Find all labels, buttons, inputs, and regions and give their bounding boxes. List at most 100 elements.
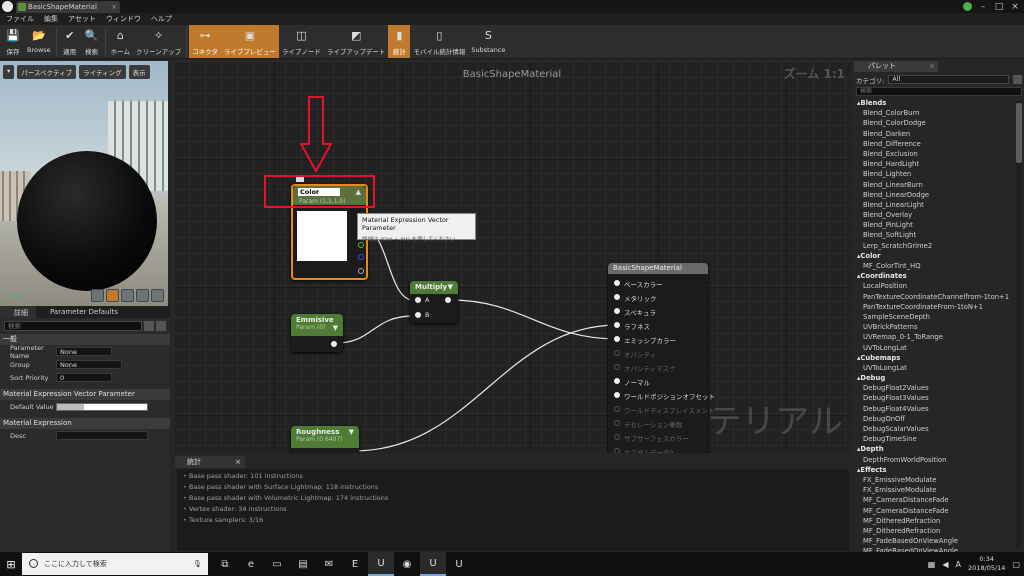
preview-viewport[interactable]: ▾ パースペクティブ ライティング 表示 z x y xyxy=(0,61,168,306)
chrome-icon[interactable]: ◉ xyxy=(394,552,420,576)
material-input-pin[interactable] xyxy=(614,392,620,398)
multiply-input-b-pin[interactable] xyxy=(415,312,421,318)
microphone-icon[interactable]: 🎙 xyxy=(193,553,202,575)
menu-window[interactable]: ウィンドウ xyxy=(106,14,141,24)
palette-item[interactable]: LocalPosition xyxy=(854,281,1014,291)
toolbar-button-home[interactable]: ⌂ ホーム xyxy=(108,25,133,58)
palette-item[interactable]: Blend_Difference xyxy=(854,139,1014,149)
material-input-pin[interactable] xyxy=(614,448,620,453)
scrollbar-thumb[interactable] xyxy=(1016,103,1022,163)
palette-item[interactable]: Blend_SoftLight xyxy=(854,230,1014,240)
palette-item[interactable]: FX_EmissiveModulate xyxy=(854,475,1014,485)
sort-priority-field[interactable]: 0 xyxy=(56,373,112,382)
stats-tab[interactable]: 統計 × xyxy=(175,456,245,468)
palette-item[interactable]: DebugFloat3Values xyxy=(854,393,1014,403)
epic-launcher-icon[interactable]: E xyxy=(342,552,368,576)
toolbar-button-cleanup[interactable]: ✧ クリーンアップ xyxy=(133,25,184,58)
mail-icon[interactable]: ✉ xyxy=(316,552,342,576)
palette-item[interactable]: UVBrickPatterns xyxy=(854,322,1014,332)
palette-item[interactable]: MF_ColorTint_HQ xyxy=(854,261,1014,271)
toolbar-button-live-preview[interactable]: ▣ ライブプレビュー xyxy=(220,25,279,58)
emissive-output-pin[interactable] xyxy=(331,341,337,347)
material-input-pin[interactable] xyxy=(614,336,620,342)
menu-help[interactable]: ヘルプ xyxy=(151,14,172,24)
palette-category[interactable]: ▴Cubemaps xyxy=(854,353,1014,363)
palette-item[interactable]: MF_CameraDistanceFade xyxy=(854,506,1014,516)
multiply-output-pin[interactable] xyxy=(445,297,451,303)
palette-item[interactable]: Blend_LinearLight xyxy=(854,200,1014,210)
cube-shape-icon[interactable] xyxy=(136,289,149,302)
plane-shape-icon[interactable] xyxy=(121,289,134,302)
viewport-menu-button[interactable]: ▾ xyxy=(3,65,15,79)
store-icon[interactable]: ▤ xyxy=(290,552,316,576)
palette-item[interactable]: DebugFloat2Values xyxy=(854,383,1014,393)
palette-item[interactable]: Blend_ColorDodge xyxy=(854,118,1014,128)
menu-asset[interactable]: アセット xyxy=(68,14,96,24)
details-search-input[interactable] xyxy=(4,321,142,331)
close-button[interactable]: × xyxy=(1010,2,1020,12)
multiply-input-a-pin[interactable] xyxy=(415,297,421,303)
palette-item[interactable]: Blend_LinearBurn xyxy=(854,180,1014,190)
material-result-node[interactable]: BasicShapeMaterial ベースカラー メタリック スペキュラ ラフネスエ… xyxy=(608,263,715,453)
lighting-button[interactable]: ライティング xyxy=(79,65,126,79)
parameter-name-field[interactable]: None xyxy=(56,347,112,356)
palette-category[interactable]: ▴Depth xyxy=(854,444,1014,454)
palette-item[interactable]: MF_DitheredRefraction xyxy=(854,516,1014,526)
palette-item[interactable]: UVToLongLat xyxy=(854,363,1014,373)
explorer-icon[interactable]: ▭ xyxy=(264,552,290,576)
material-input-pin[interactable] xyxy=(614,280,620,286)
notification-icon[interactable]: ▢ xyxy=(1012,560,1020,569)
palette-category[interactable]: ▴Color xyxy=(854,251,1014,261)
cylinder-shape-icon[interactable] xyxy=(91,289,104,302)
show-button[interactable]: 表示 xyxy=(128,65,150,79)
palette-item[interactable]: DebugScalarValues xyxy=(854,424,1014,434)
palette-item[interactable]: PanTextureCoordinateChannelfrom-1ton+1 xyxy=(854,292,1014,302)
vector-parameter-section-header[interactable]: Material Expression Vector Parameter xyxy=(0,389,170,400)
material-input-pin[interactable] xyxy=(614,350,620,356)
volume-icon[interactable]: ◀ xyxy=(942,560,948,569)
source-control-icon[interactable] xyxy=(963,2,972,11)
material-input-pin[interactable] xyxy=(614,378,620,384)
toolbar-button-apply[interactable]: ✔ 適用 xyxy=(59,25,81,58)
palette-item[interactable]: DebugFloat4Values xyxy=(854,404,1014,414)
palette-item[interactable]: UVRemap_0-1_ToRange xyxy=(854,332,1014,342)
palette-item[interactable]: Blend_Lighten xyxy=(854,169,1014,179)
palette-category[interactable]: ▴Blends xyxy=(854,98,1014,108)
eye-icon[interactable] xyxy=(156,321,166,331)
roughness-parameter-node[interactable]: Roughness ▼ Param (0.6407) xyxy=(291,426,359,453)
sphere-shape-icon[interactable] xyxy=(106,289,119,302)
palette-item[interactable]: Blend_Exclusion xyxy=(854,149,1014,159)
toolbar-button-save[interactable]: 💾 保存 xyxy=(2,25,24,58)
material-input-pin[interactable] xyxy=(614,308,620,314)
palette-tab[interactable]: パレット × xyxy=(854,61,938,72)
palette-item[interactable]: PanTextureCoordinateFrom-1toN+1 xyxy=(854,302,1014,312)
toolbar-button-search[interactable]: 🔍 検索 xyxy=(81,25,103,58)
unreal-editor-2-icon[interactable]: U xyxy=(420,552,446,576)
alpha-output-pin[interactable] xyxy=(358,268,364,274)
start-button[interactable]: ⊞ xyxy=(0,552,22,576)
tab-parameter-defaults[interactable]: Parameter Defaults xyxy=(36,306,126,318)
palette-item[interactable]: DebugTimeSine xyxy=(854,434,1014,444)
default-value-color-swatch[interactable] xyxy=(56,402,148,411)
palette-category[interactable]: ▴Debug xyxy=(854,373,1014,383)
toolbar-button-connector[interactable]: ⊶ コネクタ xyxy=(189,25,221,58)
material-input-pin[interactable] xyxy=(614,434,620,440)
refresh-icon[interactable] xyxy=(1013,75,1022,84)
category-select[interactable]: All xyxy=(888,75,1009,84)
tab-details[interactable]: 詳細 xyxy=(0,306,36,318)
material-input-pin[interactable] xyxy=(614,322,620,328)
document-tab[interactable]: BasicShapeMaterial × xyxy=(16,1,120,13)
maximize-button[interactable]: □ xyxy=(994,2,1004,12)
custom-mesh-icon[interactable] xyxy=(151,289,164,302)
toolbar-button-mobile-stats[interactable]: ▯ モバイル統計情報 xyxy=(410,25,468,58)
group-combo[interactable]: None xyxy=(56,360,122,369)
toolbar-button-live-node[interactable]: ◫ ライブノード xyxy=(279,25,324,58)
blue-output-pin[interactable] xyxy=(358,254,364,260)
multiply-node[interactable]: Multiply ▼ A B xyxy=(410,281,458,323)
ime-icon[interactable]: A xyxy=(955,560,960,569)
toolbar-button-stats[interactable]: ▮ 統計 xyxy=(388,25,411,58)
perspective-button[interactable]: パースペクティブ xyxy=(17,65,77,79)
unreal-editor-icon[interactable]: U xyxy=(368,552,394,576)
edge-icon[interactable]: e xyxy=(238,552,264,576)
palette-item[interactable]: MF_FadeBasedOnViewAngle xyxy=(854,536,1014,546)
